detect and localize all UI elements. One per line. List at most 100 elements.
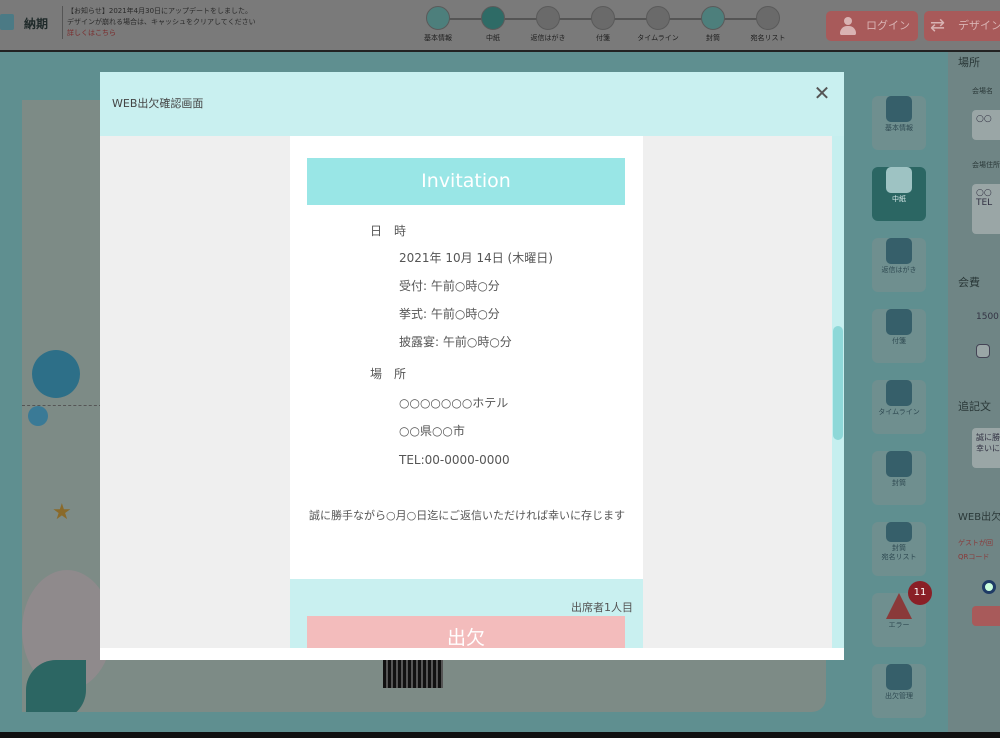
web-rsvp-note-1: ゲストが回	[958, 539, 993, 547]
step-timeline[interactable]: タイムライン	[628, 6, 688, 43]
reply-request-message: 誠に勝手ながら○月○日迄にご返信いただければ幸いに存じます	[309, 509, 625, 522]
rsvp-section: 出席者1人目 出欠	[290, 579, 643, 648]
party-time: 披露宴: 午前○時○分	[399, 335, 512, 349]
step-dot	[756, 6, 780, 30]
scrollbar-thumb[interactable]	[833, 326, 843, 440]
step-dot	[426, 6, 450, 30]
place-label: 場 所	[370, 367, 407, 381]
step-reply-card[interactable]: 返信はがき	[518, 6, 578, 43]
step-dot	[536, 6, 560, 30]
update-notice: 【お知らせ】2021年4月30日にアップデートをしました。 デザインが崩れる場合…	[62, 6, 302, 39]
user-icon	[840, 17, 856, 35]
calendar-icon	[0, 14, 14, 30]
rail-address-list[interactable]: 封筒 宛名リスト	[872, 522, 926, 576]
timeline-icon	[886, 380, 912, 406]
rail-label: 中紙	[892, 195, 906, 203]
starfish-decoration: ★	[52, 500, 72, 525]
step-label: 返信はがき	[530, 34, 566, 42]
step-label: 付箋	[596, 34, 610, 42]
login-button[interactable]: ログイン	[826, 11, 918, 41]
venue-name-label: 会場名	[972, 87, 993, 95]
qr-code	[383, 660, 443, 688]
modal-scrollbar[interactable]	[832, 136, 844, 648]
section-note: 追記文	[958, 400, 991, 413]
close-icon[interactable]: ✕	[812, 83, 832, 103]
swap-arrows-icon: ⇄	[930, 15, 946, 36]
login-button-label: ログイン	[866, 19, 910, 32]
book-icon	[886, 167, 912, 193]
fold-guide	[22, 405, 102, 406]
design-change-button[interactable]: ⇄ デザイン変	[924, 11, 1000, 41]
rail-sticky-note[interactable]: 付箋	[872, 309, 926, 363]
ceremony-time: 挙式: 午前○時○分	[399, 307, 500, 321]
step-dot	[481, 6, 505, 30]
step-label: 封筒	[706, 34, 720, 42]
step-label: 宛名リスト	[750, 34, 786, 42]
envelope-list-icon	[886, 522, 912, 542]
rail-errors[interactable]: エラー 11	[872, 581, 932, 647]
venue-name-field[interactable]: ○○	[972, 110, 1000, 140]
invitation-card: Invitation 日 時 2021年 10月 14日 (木曜日) 受付: 午…	[290, 136, 643, 648]
note-field[interactable]: 誠に勝 幸いに	[972, 428, 1000, 468]
reception-time: 受付: 午前○時○分	[399, 279, 500, 293]
watercolor-decoration	[28, 406, 48, 426]
rail-label: 基本情報	[885, 124, 913, 132]
web-rsvp-preview-modal: WEB出欠確認画面 ✕ Invitation 日 時 2021年 10月 14日…	[100, 72, 844, 660]
step-sticky-note[interactable]: 付箋	[573, 6, 633, 43]
rail-label: 返信はがき	[881, 266, 917, 274]
step-dot	[701, 6, 725, 30]
event-date: 2021年 10月 14日 (木曜日)	[399, 251, 553, 265]
rail-label: 付箋	[892, 337, 906, 345]
postcard-icon	[886, 238, 912, 264]
section-venue: 場所	[958, 56, 980, 69]
section-web-rsvp: WEB出欠	[958, 512, 1000, 523]
rail-timeline[interactable]: タイムライン	[872, 380, 926, 434]
section-fee: 会費	[958, 276, 980, 289]
fee-field[interactable]: 1500	[972, 308, 1000, 330]
modal-body[interactable]: Invitation 日 時 2021年 10月 14日 (木曜日) 受付: 午…	[100, 136, 832, 648]
venue-address: ○○県○○市	[399, 424, 465, 438]
rail-label: エラー	[888, 621, 910, 629]
rail-reply-card[interactable]: 返信はがき	[872, 238, 926, 292]
rail-inner-sheet[interactable]: 中紙	[872, 167, 926, 221]
note-line-1: 誠に勝	[976, 433, 1000, 442]
rail-envelope[interactable]: 封筒	[872, 451, 926, 505]
top-bar: 納期 【お知らせ】2021年4月30日にアップデートをしました。 デザインが崩れ…	[0, 0, 1000, 52]
venue-address-value: ○○	[976, 188, 992, 198]
rail-label: タイムライン	[878, 408, 920, 416]
web-rsvp-button[interactable]	[972, 606, 1000, 626]
envelope-icon	[886, 451, 912, 477]
fee-checkbox[interactable]	[976, 344, 990, 358]
modal-header: WEB出欠確認画面 ✕	[100, 72, 844, 136]
rail-label: 封筒	[892, 479, 906, 487]
bottom-strip	[0, 732, 1000, 738]
venue-name: ○○○○○○○ホテル	[399, 396, 509, 410]
invitation-title: Invitation	[307, 158, 625, 205]
attendance-button[interactable]: 出欠	[307, 616, 625, 648]
info-icon	[886, 96, 912, 122]
venue-address-field[interactable]: ○○ TEL	[972, 184, 1000, 234]
step-address-list[interactable]: 宛名リスト	[738, 6, 798, 43]
venue-tel: TEL:00-0000-0000	[399, 453, 510, 467]
step-inner-sheet[interactable]: 中紙	[463, 6, 523, 43]
brand-label: 納期	[24, 17, 49, 31]
attendee-label: 出席者1人目	[571, 601, 633, 614]
progress-steps: 基本情報 中紙 返信はがき 付箋 タイムライン 封筒 宛名リスト	[410, 6, 800, 46]
rail-basic-info[interactable]: 基本情報	[872, 96, 926, 150]
side-rail: 基本情報 中紙 返信はがき 付箋 タイムライン 封筒 封筒 宛名リスト エラー 1…	[872, 90, 932, 735]
modal-title: WEB出欠確認画面	[112, 97, 204, 110]
step-envelope[interactable]: 封筒	[683, 6, 743, 43]
step-dot	[646, 6, 670, 30]
note-icon	[886, 309, 912, 335]
datetime-label: 日 時	[370, 224, 407, 238]
step-label: 中紙	[486, 34, 500, 42]
attendee-icon	[886, 664, 912, 690]
step-basic-info[interactable]: 基本情報	[408, 6, 468, 43]
notice-details-link[interactable]: 詳しくはこちら	[67, 28, 302, 39]
web-rsvp-radio[interactable]	[982, 580, 996, 594]
step-dot	[591, 6, 615, 30]
notice-line-2: デザインが崩れる場合は、キャッシュをクリアしてください	[67, 18, 256, 26]
leaf-decoration	[26, 660, 86, 712]
note-line-2: 幸いに	[976, 444, 1000, 453]
rail-attendance[interactable]: 出欠管理	[872, 664, 926, 718]
